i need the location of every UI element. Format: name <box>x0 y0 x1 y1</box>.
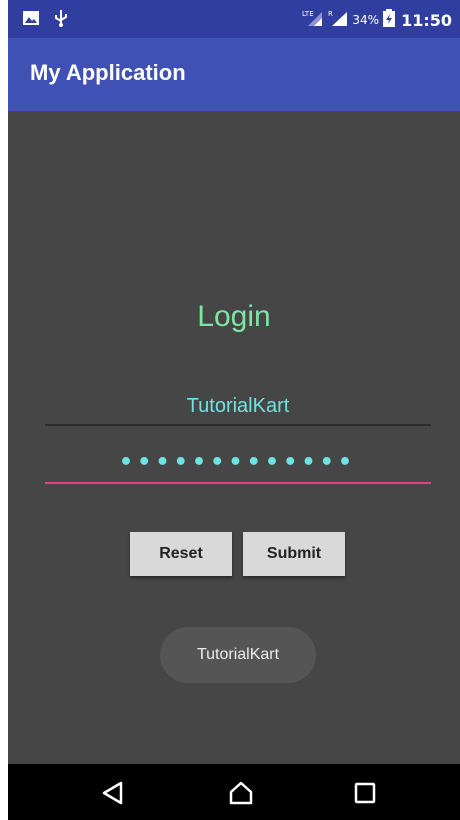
roaming-label: R <box>328 10 333 18</box>
status-bar: LTE R 34% 11:50 <box>8 0 460 38</box>
submit-button[interactable]: Submit <box>243 532 345 576</box>
toast-message: TutorialKart <box>160 627 316 683</box>
recents-icon[interactable] <box>352 780 378 806</box>
password-value: ••••••••••••• <box>119 450 357 475</box>
phone-screen: LTE R 34% 11:50 My Application Login Tut… <box>8 0 460 820</box>
status-left <box>22 9 68 31</box>
lte-signal-icon: LTE <box>302 9 324 31</box>
battery-percent: 34% <box>352 13 380 27</box>
back-icon[interactable] <box>100 780 126 806</box>
status-time: 11:50 <box>401 10 452 30</box>
password-field[interactable]: ••••••••••••• <box>45 448 431 484</box>
usb-icon <box>54 9 68 31</box>
app-bar: My Application <box>8 38 460 111</box>
home-icon[interactable] <box>228 780 254 806</box>
image-icon <box>22 10 40 30</box>
roaming-signal-icon: R <box>328 9 348 31</box>
battery-icon <box>383 9 396 31</box>
app-title: My Application <box>30 60 186 85</box>
login-heading: Login <box>197 300 271 333</box>
navigation-bar <box>8 764 460 820</box>
status-right: LTE R 34% 11:50 <box>302 9 452 31</box>
reset-button[interactable]: Reset <box>130 532 232 576</box>
lte-label: LTE <box>302 10 314 18</box>
username-value: TutorialKart <box>186 395 290 417</box>
username-field[interactable]: TutorialKart <box>45 388 431 426</box>
